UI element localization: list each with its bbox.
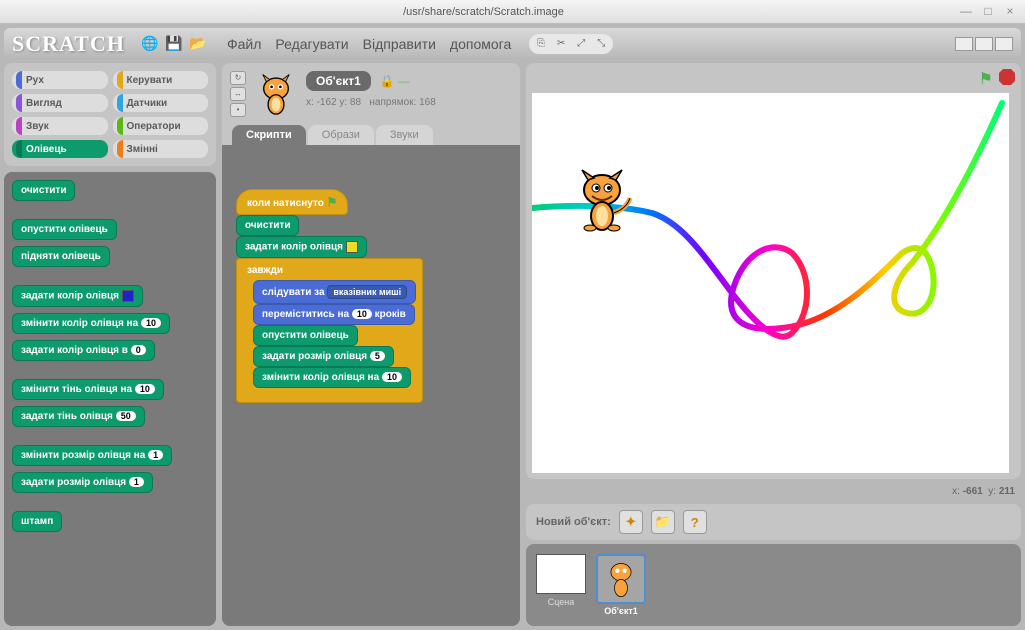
scratch-logo: SCRATCH [12, 31, 125, 57]
category-pen[interactable]: Олівець [12, 140, 108, 158]
window-title: /usr/share/scratch/Scratch.image [8, 6, 959, 18]
block-palette: очистити опустити олівець підняти олівец… [4, 172, 216, 626]
green-flag-button[interactable]: ⚑ [979, 69, 993, 89]
window-titlebar: /usr/share/scratch/Scratch.image — □ × [0, 0, 1025, 24]
sprite-thumbnail [254, 71, 298, 115]
open-icon[interactable]: 📂 [189, 35, 207, 53]
tab-costumes[interactable]: Образи [308, 125, 374, 145]
block-set-pen-size[interactable]: задати розмір олівця 1 [12, 472, 153, 493]
language-icon[interactable]: 🌐 [141, 35, 159, 53]
script-pen-down[interactable]: опустити олівець [253, 325, 358, 346]
stage[interactable] [532, 93, 1009, 473]
new-sprite-label: Новий об'єкт: [536, 516, 611, 528]
view-normal[interactable] [975, 37, 993, 51]
rotation-none[interactable]: • [230, 103, 246, 117]
close-button[interactable]: × [1003, 5, 1017, 19]
category-variables[interactable]: Змінні [113, 140, 209, 158]
delete-tool[interactable]: ✂ [551, 36, 571, 52]
grow-tool[interactable]: ⤢ [571, 36, 591, 52]
menu-share[interactable]: Відправити [363, 36, 436, 52]
block-set-pen-shade[interactable]: задати тінь олівця 50 [12, 406, 145, 427]
stage-sprite-cat[interactable] [572, 168, 632, 233]
cat-icon [603, 559, 639, 599]
menu-file[interactable]: Файл [227, 36, 261, 52]
surprise-sprite-button[interactable]: ? [683, 510, 707, 534]
script-clear[interactable]: очистити [236, 215, 299, 236]
shrink-tool[interactable]: ⤡ [591, 36, 611, 52]
scripts-area[interactable]: коли натиснуто ⚑ очистити задати колір о… [222, 145, 520, 626]
block-set-pen-color[interactable]: задати колір олівця [12, 285, 143, 307]
sprite-position: x: -162 y: 88 напрямок: 168 [306, 97, 512, 108]
sprite-list: Сцена Об'єкт1 [526, 544, 1021, 626]
maximize-button[interactable]: □ [981, 5, 995, 19]
rotation-flip[interactable]: ↔ [230, 87, 246, 101]
script-point-towards[interactable]: слідувати за вказівник миші [253, 280, 416, 304]
flag-icon: ⚑ [327, 195, 338, 209]
new-sprite-bar: Новий об'єкт: ✦ 📁 ? [526, 504, 1021, 540]
script-set-color[interactable]: задати колір олівця [236, 236, 367, 258]
tab-sounds[interactable]: Звуки [376, 125, 433, 145]
block-clear[interactable]: очистити [12, 180, 75, 201]
forever-block[interactable]: завжди слідувати за вказівник миші перем… [236, 258, 423, 403]
menu-edit[interactable]: Редагувати [275, 36, 348, 52]
paint-sprite-button[interactable]: ✦ [619, 510, 643, 534]
block-set-pen-color-num[interactable]: задати колір олівця в 0 [12, 340, 155, 361]
sprite-name-field[interactable]: Об'єкт1 [306, 71, 371, 91]
category-control[interactable]: Керувати [113, 71, 209, 89]
rotation-full[interactable]: ↻ [230, 71, 246, 85]
duplicate-tool[interactable]: ⎘ [531, 36, 551, 52]
editor-tabs: Скрипти Образи Звуки [222, 125, 520, 145]
block-pen-up[interactable]: підняти олівець [12, 246, 110, 267]
menu-help[interactable]: допомога [450, 36, 511, 52]
block-change-pen-color[interactable]: змінити колір олівця на 10 [12, 313, 170, 334]
toolbar: SCRATCH 🌐 💾 📂 Файл Редагувати Відправити… [4, 28, 1021, 59]
view-small[interactable] [955, 37, 973, 51]
choose-sprite-button[interactable]: 📁 [651, 510, 675, 534]
script-set-size[interactable]: задати розмір олівця 5 [253, 346, 394, 367]
category-sensing[interactable]: Датчики [113, 94, 209, 112]
block-categories: Рух Керувати Вигляд Датчики Звук Операто… [4, 63, 216, 166]
category-operators[interactable]: Оператори [113, 117, 209, 135]
script-move-steps[interactable]: переміститись на 10 кроків [253, 304, 415, 325]
block-stamp[interactable]: штамп [12, 511, 62, 532]
sprite-header: ↻ ↔ • Об'єкт1 🔒 — x: -1 [222, 63, 520, 125]
block-change-pen-size[interactable]: змінити розмір олівця на 1 [12, 445, 172, 466]
stage-thumbnail[interactable]: Сцена [536, 554, 586, 616]
tab-scripts[interactable]: Скрипти [232, 125, 306, 145]
pen-trail [532, 93, 1009, 473]
view-presentation[interactable] [995, 37, 1013, 51]
save-icon[interactable]: 💾 [165, 35, 183, 53]
sprite-list-item[interactable]: Об'єкт1 [596, 554, 646, 616]
minimize-button[interactable]: — [959, 5, 973, 19]
mouse-coordinates: x: -661 y: 211 [526, 483, 1021, 500]
stop-button[interactable] [999, 69, 1015, 85]
block-change-pen-shade[interactable]: змінити тінь олівця на 10 [12, 379, 164, 400]
lock-icon[interactable]: 🔒 — [380, 74, 410, 88]
category-sound[interactable]: Звук [12, 117, 108, 135]
script-change-color[interactable]: змінити колір олівця на 10 [253, 367, 411, 388]
category-motion[interactable]: Рух [12, 71, 108, 89]
block-pen-down[interactable]: опустити олівець [12, 219, 117, 240]
category-looks[interactable]: Вигляд [12, 94, 108, 112]
when-flag-clicked[interactable]: коли натиснуто ⚑ [236, 189, 348, 215]
